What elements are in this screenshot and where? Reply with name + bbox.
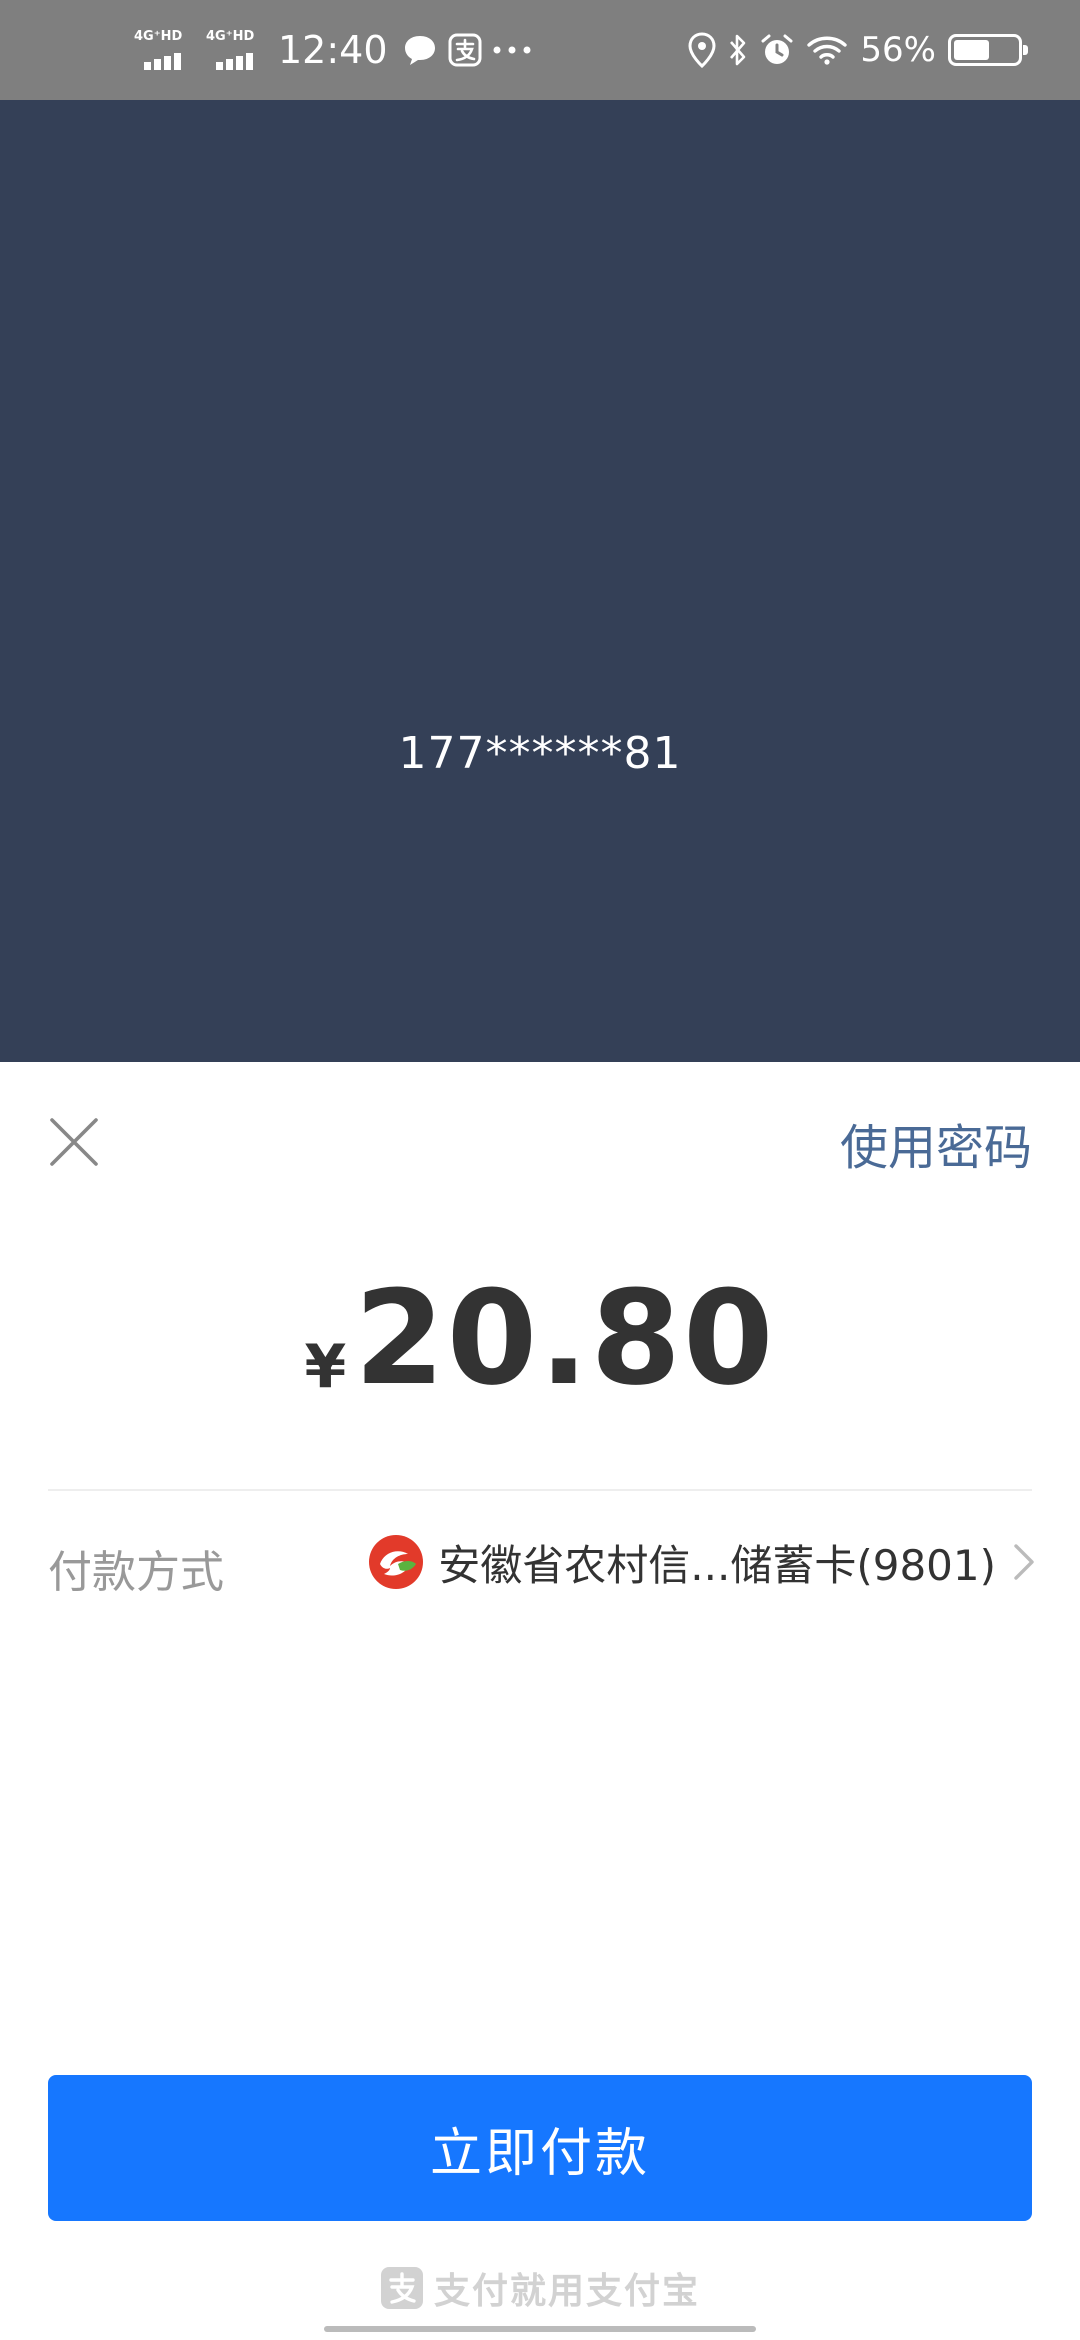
- pay-now-button[interactable]: 立即付款: [48, 2075, 1032, 2221]
- alipay-logo-icon: [380, 2266, 424, 2310]
- home-indicator[interactable]: [324, 2326, 756, 2332]
- status-bar-right: 56%: [688, 0, 1028, 100]
- status-time: 12:40: [278, 28, 388, 72]
- alarm-icon: [760, 33, 794, 67]
- bank-logo-icon: [368, 1534, 424, 1590]
- payment-amount: ¥20.80: [0, 1262, 1080, 1414]
- payment-method-value: 安徽省农村信...储蓄卡(9801): [438, 1540, 996, 1590]
- battery-icon: [948, 34, 1028, 66]
- signal-sim1-icon: 4G⁺HD: [130, 30, 192, 70]
- footer-brand: 支付就用支付宝: [0, 2262, 1080, 2314]
- signal-sim2-icon: 4G⁺HD: [202, 30, 264, 70]
- payment-method-selector[interactable]: 安徽省农村信...储蓄卡(9801): [368, 1532, 1040, 1592]
- account-number: 177******81: [398, 728, 682, 779]
- alipay-icon: [448, 33, 482, 67]
- chat-bubble-icon: [402, 33, 438, 67]
- status-bar: 4G⁺HD 4G⁺HD 12:40 56%: [0, 0, 1080, 100]
- network-type-label-2: 4G⁺HD: [206, 29, 255, 44]
- close-icon[interactable]: [44, 1112, 104, 1172]
- battery-percent: 56%: [860, 30, 936, 70]
- network-type-label-1: 4G⁺HD: [134, 29, 183, 44]
- payment-method-label: 付款方式: [48, 1547, 224, 1598]
- divider: [48, 1489, 1032, 1491]
- battery-level-fill: [954, 40, 989, 60]
- amount-value: 20.80: [354, 1262, 776, 1414]
- footer-text: 支付就用支付宝: [433, 2271, 700, 2312]
- background-overlay[interactable]: 177******81: [0, 100, 1080, 1062]
- payment-sheet: 使用密码 ¥20.80 付款方式 安徽省农村信...储蓄卡(9801) 立即付款…: [0, 1062, 1080, 2340]
- use-password-link[interactable]: 使用密码: [840, 1108, 1032, 1178]
- location-icon: [688, 32, 716, 68]
- currency-symbol: ¥: [304, 1332, 347, 1402]
- chevron-right-icon: [1010, 1540, 1040, 1584]
- more-dots-icon: [492, 45, 532, 55]
- bluetooth-icon: [728, 33, 748, 67]
- status-bar-left: 4G⁺HD 4G⁺HD 12:40: [130, 0, 532, 100]
- wifi-icon: [806, 34, 848, 66]
